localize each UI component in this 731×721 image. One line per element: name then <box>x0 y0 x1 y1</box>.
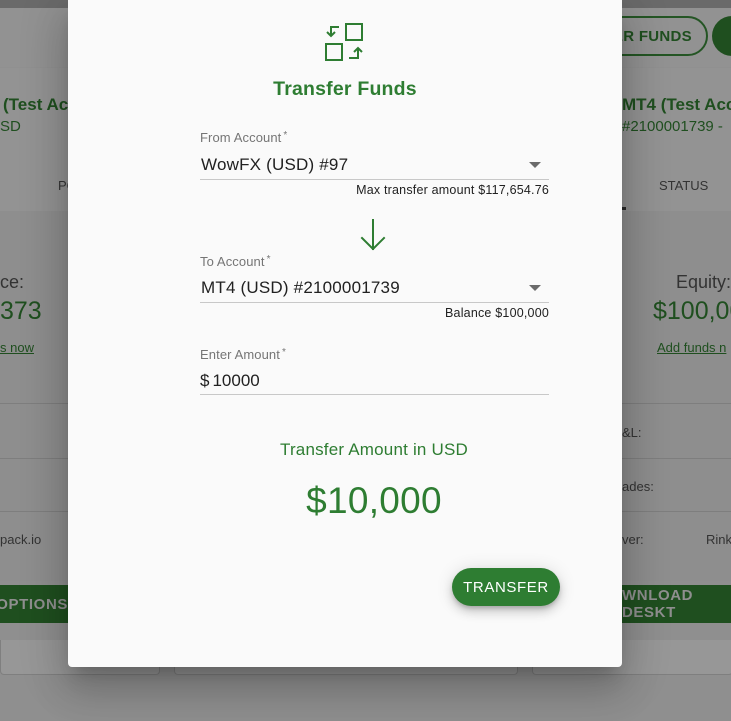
left-add-link[interactable]: s now <box>0 340 34 355</box>
amount-field: Enter Amount * $ <box>200 347 549 395</box>
equity-label: Equity: <box>676 272 731 292</box>
amount-caption: Transfer Amount in USD <box>279 440 468 459</box>
download-bar[interactable]: WNLOAD DESKT <box>622 585 731 623</box>
max-transfer-helper: Max transfer amount $117,654.76 <box>356 183 549 197</box>
dropdown-arrow-icon[interactable] <box>529 162 541 168</box>
transfer-swap-icon <box>325 23 363 61</box>
server-value: Rink <box>706 532 731 547</box>
from-account-field: From Account * WowFX (USD) #97 Max transf… <box>200 130 549 197</box>
dialog-title: Transfer Funds <box>273 78 417 100</box>
right-account-sub: #2100001739 - <box>622 118 723 135</box>
options-bar[interactable]: OPTIONS <box>0 585 68 623</box>
transfer-button[interactable]: TRANSFER <box>452 568 560 606</box>
add-funds-link[interactable]: Add funds n <box>657 340 726 355</box>
left-row-text: pack.io <box>0 532 42 547</box>
to-account-field: To Account * MT4 (USD) #2100001739 Balanc… <box>200 254 549 320</box>
left-metric-label: ce: <box>0 272 25 292</box>
from-account-label: From Account * <box>200 130 288 145</box>
dropdown-arrow-icon[interactable] <box>529 285 541 291</box>
transfer-funds-dialog: Transfer Funds From Account * WowFX (USD)… <box>68 0 622 667</box>
amount-label: Enter Amount * <box>200 347 286 362</box>
tab-status[interactable]: STATUS <box>659 178 708 193</box>
right-account-title: MT4 (Test Acco <box>622 95 731 114</box>
server-label: ver: <box>622 532 644 547</box>
left-account-sub: SD <box>0 118 21 135</box>
balance-helper: Balance $100,000 <box>445 306 549 320</box>
amount-display: $10,000 <box>306 480 442 521</box>
amount-input[interactable] <box>212 370 513 391</box>
from-account-value: WowFX (USD) #97 <box>201 155 349 174</box>
currency-prefix: $ <box>200 370 210 390</box>
arrow-down-icon <box>360 219 386 251</box>
left-metric-value: 373 <box>0 297 42 325</box>
from-account-select[interactable]: WowFX (USD) #97 <box>200 151 549 180</box>
amount-input-row[interactable]: $ <box>200 367 549 395</box>
to-account-label: To Account * <box>200 254 271 269</box>
equity-value: $100,00 <box>653 297 731 325</box>
to-account-value: MT4 (USD) #2100001739 <box>201 278 400 297</box>
to-account-select[interactable]: MT4 (USD) #2100001739 <box>200 274 549 303</box>
pl-label: &L: <box>622 425 642 440</box>
